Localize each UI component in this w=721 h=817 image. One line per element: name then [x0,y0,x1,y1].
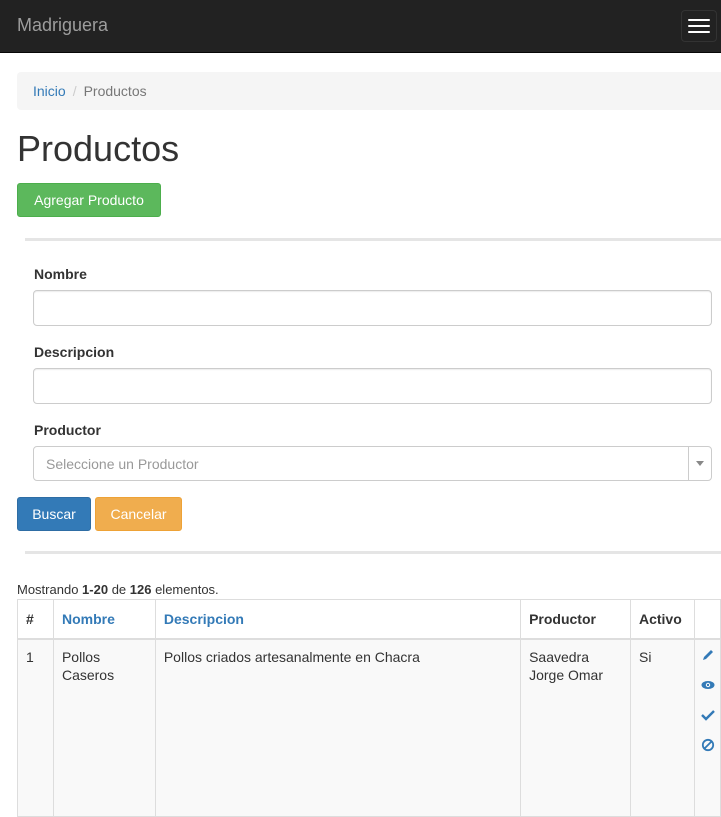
breadcrumb-current: Productos [83,83,147,99]
column-header-actions [693,599,721,640]
cell-actions [693,638,721,817]
results-range: 1-20 [82,582,109,597]
results-summary: Mostrando 1-20 de 126 elementos. [17,582,219,597]
search-button[interactable]: Buscar [17,497,91,531]
column-header-activo: Activo [629,599,695,640]
column-header-nombre[interactable]: Nombre [52,599,156,640]
breadcrumb: Inicio / Productos [17,72,721,110]
breadcrumb-home-link[interactable]: Inicio [33,83,66,99]
check-icon[interactable] [701,708,720,738]
column-header-number: # [17,599,54,640]
results-total: 126 [129,582,152,597]
page-title: Productos [17,128,180,169]
ban-icon[interactable] [701,738,720,768]
table-header-row: # Nombre Descripcion Productor Activo [17,599,721,640]
menu-toggle-button[interactable] [681,10,717,42]
chevron-down-icon [696,461,704,466]
breadcrumb-separator: / [72,83,77,99]
dropdown-arrow[interactable] [688,447,711,480]
navbar: Madriguera [0,0,721,53]
divider [25,238,721,241]
table-row: 1 Pollos Caseros Pollos criados artesana… [17,638,721,817]
products-table: # Nombre Descripcion Productor Activo 1 … [17,599,721,817]
cancel-button[interactable]: Cancelar [95,497,182,531]
divider [25,551,721,554]
cell-activo: Si [629,638,695,817]
hamburger-icon [688,19,710,21]
cell-nombre: Pollos Caseros [52,638,156,817]
column-header-descripcion[interactable]: Descripcion [154,599,522,640]
add-product-button[interactable]: Agregar Producto [17,183,161,217]
descripcion-input[interactable] [33,368,712,404]
cell-descripcion: Pollos criados artesanalmente en Chacra [154,638,522,817]
pencil-icon[interactable] [701,648,720,678]
nombre-input[interactable] [33,290,712,326]
cell-number: 1 [17,638,54,817]
productor-placeholder: Seleccione un Productor [46,456,199,472]
productor-select[interactable]: Seleccione un Productor [33,446,712,481]
brand-link[interactable]: Madriguera [17,15,108,36]
descripcion-label: Descripcion [34,344,115,360]
productor-label: Productor [34,422,101,438]
nombre-label: Nombre [34,266,87,282]
cell-productor: Saavedra Jorge Omar [520,638,631,817]
column-header-productor: Productor [520,599,631,640]
eye-icon[interactable] [701,678,720,708]
